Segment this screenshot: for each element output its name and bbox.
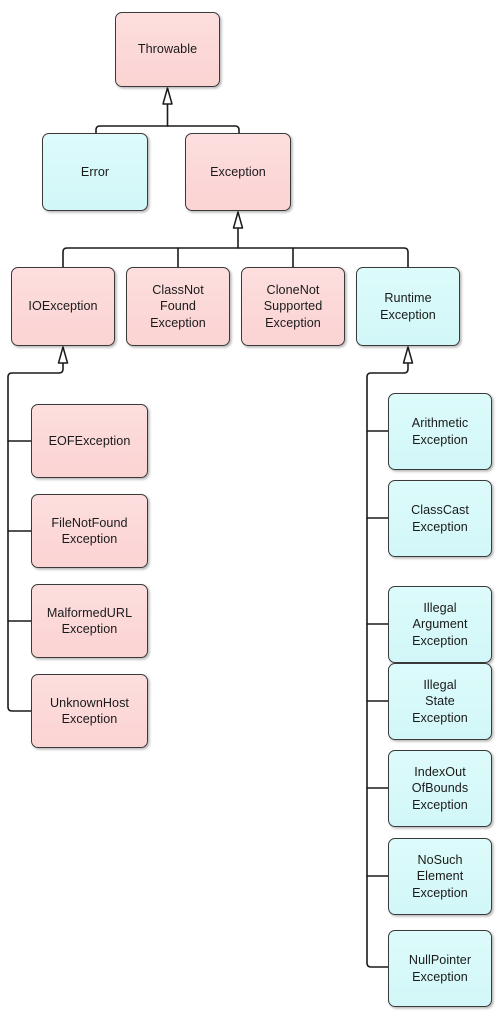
node-nullpointerexception[interactable]: NullPointer Exception <box>388 930 492 1007</box>
node-label: ClassNot Found Exception <box>150 282 206 330</box>
node-label: ClassCast Exception <box>411 503 469 534</box>
node-label: Illegal Argument Exception <box>412 600 468 648</box>
node-malformedurlexception[interactable]: MalformedURL Exception <box>31 584 148 658</box>
node-classcastexception[interactable]: ClassCast Exception <box>388 480 492 557</box>
node-label: IOException <box>28 299 98 314</box>
node-illegalargumentexception[interactable]: Illegal Argument Exception <box>388 586 492 663</box>
node-label: MalformedURL Exception <box>46 605 133 636</box>
node-error[interactable]: Error <box>42 133 148 211</box>
node-runtimeexception[interactable]: Runtime Exception <box>356 267 460 346</box>
node-label: Error <box>80 164 110 179</box>
edge-exception-crossbar <box>62 247 409 268</box>
node-illegalstateexception[interactable]: Illegal State Exception <box>388 663 492 740</box>
node-label: Throwable <box>137 42 198 57</box>
node-filenotfoundexception[interactable]: FileNotFound Exception <box>31 494 148 568</box>
node-arithmeticexception[interactable]: Arithmetic Exception <box>388 393 492 470</box>
exception-hierarchy-diagram: Throwable Error Exception IOException Cl… <box>0 0 500 1027</box>
node-label: EOFException <box>48 433 131 448</box>
arrowhead-to-throwable <box>162 87 173 105</box>
node-label: Arithmetic Exception <box>411 416 469 447</box>
edge-throwable-crossbar <box>95 125 240 134</box>
arrowhead-to-runtimeexception <box>402 346 414 364</box>
node-throwable[interactable]: Throwable <box>115 12 220 87</box>
arrowhead-to-ioexception <box>57 346 69 364</box>
node-label: NoSuch Element Exception <box>412 852 468 900</box>
node-label: Exception <box>210 164 266 179</box>
node-indexoutofboundsexception[interactable]: IndexOut OfBounds Exception <box>388 750 492 827</box>
node-label: Illegal State Exception <box>412 677 468 725</box>
node-label: IndexOut OfBounds Exception <box>411 764 469 812</box>
node-exception[interactable]: Exception <box>185 133 291 211</box>
node-unknownhostexception[interactable]: UnknownHost Exception <box>31 674 148 748</box>
node-ioexception[interactable]: IOException <box>11 267 115 346</box>
node-classnotfoundexception[interactable]: ClassNot Found Exception <box>126 267 230 346</box>
node-label: NullPointer Exception <box>408 953 472 984</box>
node-nosuchelementexception[interactable]: NoSuch Element Exception <box>388 838 492 915</box>
node-label: Runtime Exception <box>380 291 436 322</box>
node-label: FileNotFound Exception <box>51 515 128 546</box>
node-label: CloneNot Supported Exception <box>263 282 323 330</box>
node-clonenotsupportedexception[interactable]: CloneNot Supported Exception <box>241 267 345 346</box>
arrowhead-to-exception <box>232 211 244 229</box>
node-label: UnknownHost Exception <box>50 695 129 726</box>
node-eofexception[interactable]: EOFException <box>31 404 148 478</box>
